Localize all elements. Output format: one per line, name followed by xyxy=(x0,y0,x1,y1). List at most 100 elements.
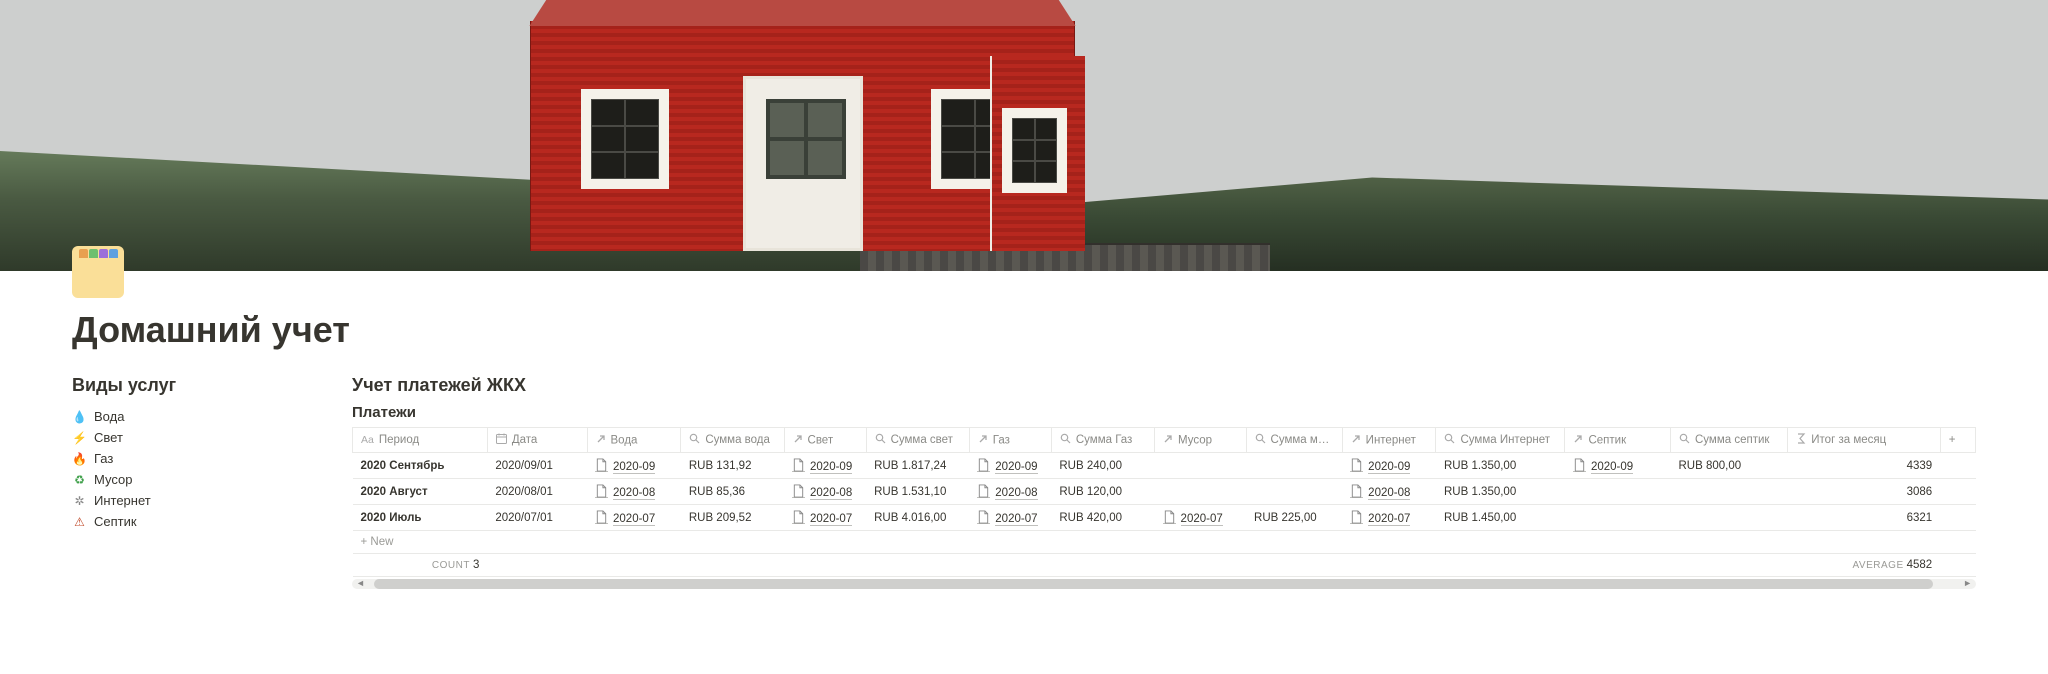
column-header[interactable]: Интернет xyxy=(1342,428,1436,453)
cell-sum[interactable] xyxy=(1671,505,1788,531)
view-name[interactable]: Платежи xyxy=(352,404,1976,421)
table-row[interactable]: 2020 Июль2020/07/012020-07RUB 209,522020… xyxy=(353,505,1976,531)
service-item[interactable]: ⚠Септик xyxy=(72,511,322,532)
page-icon xyxy=(1350,510,1363,524)
cell-period[interactable]: 2020 Август xyxy=(353,479,488,505)
column-header[interactable]: Итог за месяц xyxy=(1788,428,1940,453)
cell-relation[interactable]: 2020-09 xyxy=(969,453,1051,479)
page-icon xyxy=(1573,458,1586,472)
cell-sum[interactable]: RUB 85,36 xyxy=(681,479,784,505)
cell-sum[interactable]: RUB 1.350,00 xyxy=(1436,479,1565,505)
cell-sum[interactable]: RUB 1.531,10 xyxy=(866,479,969,505)
cell-relation[interactable]: 2020-08 xyxy=(1342,479,1436,505)
cell-date[interactable]: 2020/09/01 xyxy=(487,453,587,479)
column-label: Дата xyxy=(512,434,537,446)
scrollbar-thumb[interactable] xyxy=(374,579,1933,589)
count-aggregate[interactable]: COUNT3 xyxy=(353,554,488,577)
column-header[interactable]: Септик xyxy=(1565,428,1671,453)
cell-period[interactable]: 2020 Сентябрь xyxy=(353,453,488,479)
column-label: Газ xyxy=(993,434,1010,446)
cell-relation[interactable] xyxy=(1155,479,1246,505)
cell-sum[interactable] xyxy=(1246,479,1342,505)
cell-period[interactable]: 2020 Июль xyxy=(353,505,488,531)
cell-relation[interactable]: 2020-08 xyxy=(784,479,866,505)
column-header[interactable]: Сумма Газ xyxy=(1051,428,1154,453)
database-title[interactable]: Учет платежей ЖКХ xyxy=(352,375,1976,396)
service-icon: ✲ xyxy=(72,494,87,508)
table-row[interactable]: 2020 Август2020/08/012020-08RUB 85,36202… xyxy=(353,479,1976,505)
new-row-button[interactable]: + New xyxy=(353,531,1976,554)
main-content: Учет платежей ЖКХ Платежи AaПериод Дата Во… xyxy=(352,375,1976,589)
cell-sum[interactable]: RUB 4.016,00 xyxy=(866,505,969,531)
page-title[interactable]: Домашний учет xyxy=(72,309,1976,351)
service-item[interactable]: 💧Вода xyxy=(72,406,322,427)
cell-relation[interactable]: 2020-09 xyxy=(587,453,681,479)
cell-relation[interactable]: 2020-08 xyxy=(587,479,681,505)
cell-sum[interactable] xyxy=(1671,479,1788,505)
column-header[interactable]: Сумма вода xyxy=(681,428,784,453)
cell-sum[interactable]: RUB 209,52 xyxy=(681,505,784,531)
formula-icon xyxy=(1796,433,1806,447)
cell-sum[interactable]: RUB 1.450,00 xyxy=(1436,505,1565,531)
column-label: Сумма Интернет xyxy=(1460,434,1550,446)
column-header[interactable]: Мусор xyxy=(1155,428,1246,453)
cell-sum[interactable]: RUB 131,92 xyxy=(681,453,784,479)
cell-sum[interactable]: RUB 1.817,24 xyxy=(866,453,969,479)
cell-relation[interactable]: 2020-09 xyxy=(1565,453,1671,479)
horizontal-scrollbar[interactable]: ◄ ► xyxy=(352,579,1976,589)
column-label: Интернет xyxy=(1366,434,1416,446)
column-header[interactable]: Сумма Интернет xyxy=(1436,428,1565,453)
column-header[interactable]: Сумма септик xyxy=(1671,428,1788,453)
table-row[interactable]: 2020 Сентябрь2020/09/012020-09RUB 131,92… xyxy=(353,453,1976,479)
cell-relation[interactable] xyxy=(1565,479,1671,505)
page-icon xyxy=(1350,458,1363,472)
cell-date[interactable]: 2020/08/01 xyxy=(487,479,587,505)
service-icon: ♻ xyxy=(72,473,87,487)
cover-image[interactable] xyxy=(0,0,2048,271)
average-aggregate[interactable]: AVERAGE4582 xyxy=(1788,554,1940,577)
cell-relation[interactable]: 2020-07 xyxy=(969,505,1051,531)
cell-total[interactable]: 6321 xyxy=(1788,505,1940,531)
page-icon xyxy=(595,510,608,524)
service-item[interactable]: ♻Мусор xyxy=(72,469,322,490)
cell-relation[interactable] xyxy=(1155,453,1246,479)
rollup-icon xyxy=(1255,433,1266,447)
cell-relation[interactable]: 2020-08 xyxy=(969,479,1051,505)
cell-relation[interactable]: 2020-07 xyxy=(587,505,681,531)
service-label: Газ xyxy=(94,451,113,466)
service-item[interactable]: ✲Интернет xyxy=(72,490,322,511)
rollup-icon xyxy=(1060,433,1071,447)
cell-sum[interactable]: RUB 1.350,00 xyxy=(1436,453,1565,479)
cell-relation[interactable] xyxy=(1565,505,1671,531)
cell-sum[interactable]: RUB 225,00 xyxy=(1246,505,1342,531)
cell-total[interactable]: 3086 xyxy=(1788,479,1940,505)
cell-relation[interactable]: 2020-09 xyxy=(1342,453,1436,479)
scroll-right-arrow[interactable]: ► xyxy=(1963,578,1972,588)
cell-sum[interactable]: RUB 240,00 xyxy=(1051,453,1154,479)
cell-date[interactable]: 2020/07/01 xyxy=(487,505,587,531)
page-icon[interactable] xyxy=(72,246,124,298)
column-label: Сумма септик xyxy=(1695,434,1769,446)
cell-sum[interactable]: RUB 120,00 xyxy=(1051,479,1154,505)
column-header[interactable]: Сумма мус... xyxy=(1246,428,1342,453)
sidebar-heading: Виды услуг xyxy=(72,375,322,396)
column-header[interactable]: Свет xyxy=(784,428,866,453)
cell-total[interactable]: 4339 xyxy=(1788,453,1940,479)
column-header[interactable]: Сумма свет xyxy=(866,428,969,453)
add-column-button[interactable]: + xyxy=(1940,428,1975,453)
column-label: Мусор xyxy=(1178,434,1212,446)
cell-relation[interactable]: 2020-07 xyxy=(1342,505,1436,531)
column-header[interactable]: AaПериод xyxy=(353,428,488,453)
cell-relation[interactable]: 2020-09 xyxy=(784,453,866,479)
column-header[interactable]: Дата xyxy=(487,428,587,453)
cell-relation[interactable]: 2020-07 xyxy=(1155,505,1246,531)
column-header[interactable]: Газ xyxy=(969,428,1051,453)
cell-sum[interactable]: RUB 800,00 xyxy=(1671,453,1788,479)
cell-relation[interactable]: 2020-07 xyxy=(784,505,866,531)
cell-sum[interactable]: RUB 420,00 xyxy=(1051,505,1154,531)
scroll-left-arrow[interactable]: ◄ xyxy=(356,578,365,588)
column-header[interactable]: Вода xyxy=(587,428,681,453)
cell-sum[interactable] xyxy=(1246,453,1342,479)
service-item[interactable]: ⚡Свет xyxy=(72,427,322,448)
service-item[interactable]: 🔥Газ xyxy=(72,448,322,469)
